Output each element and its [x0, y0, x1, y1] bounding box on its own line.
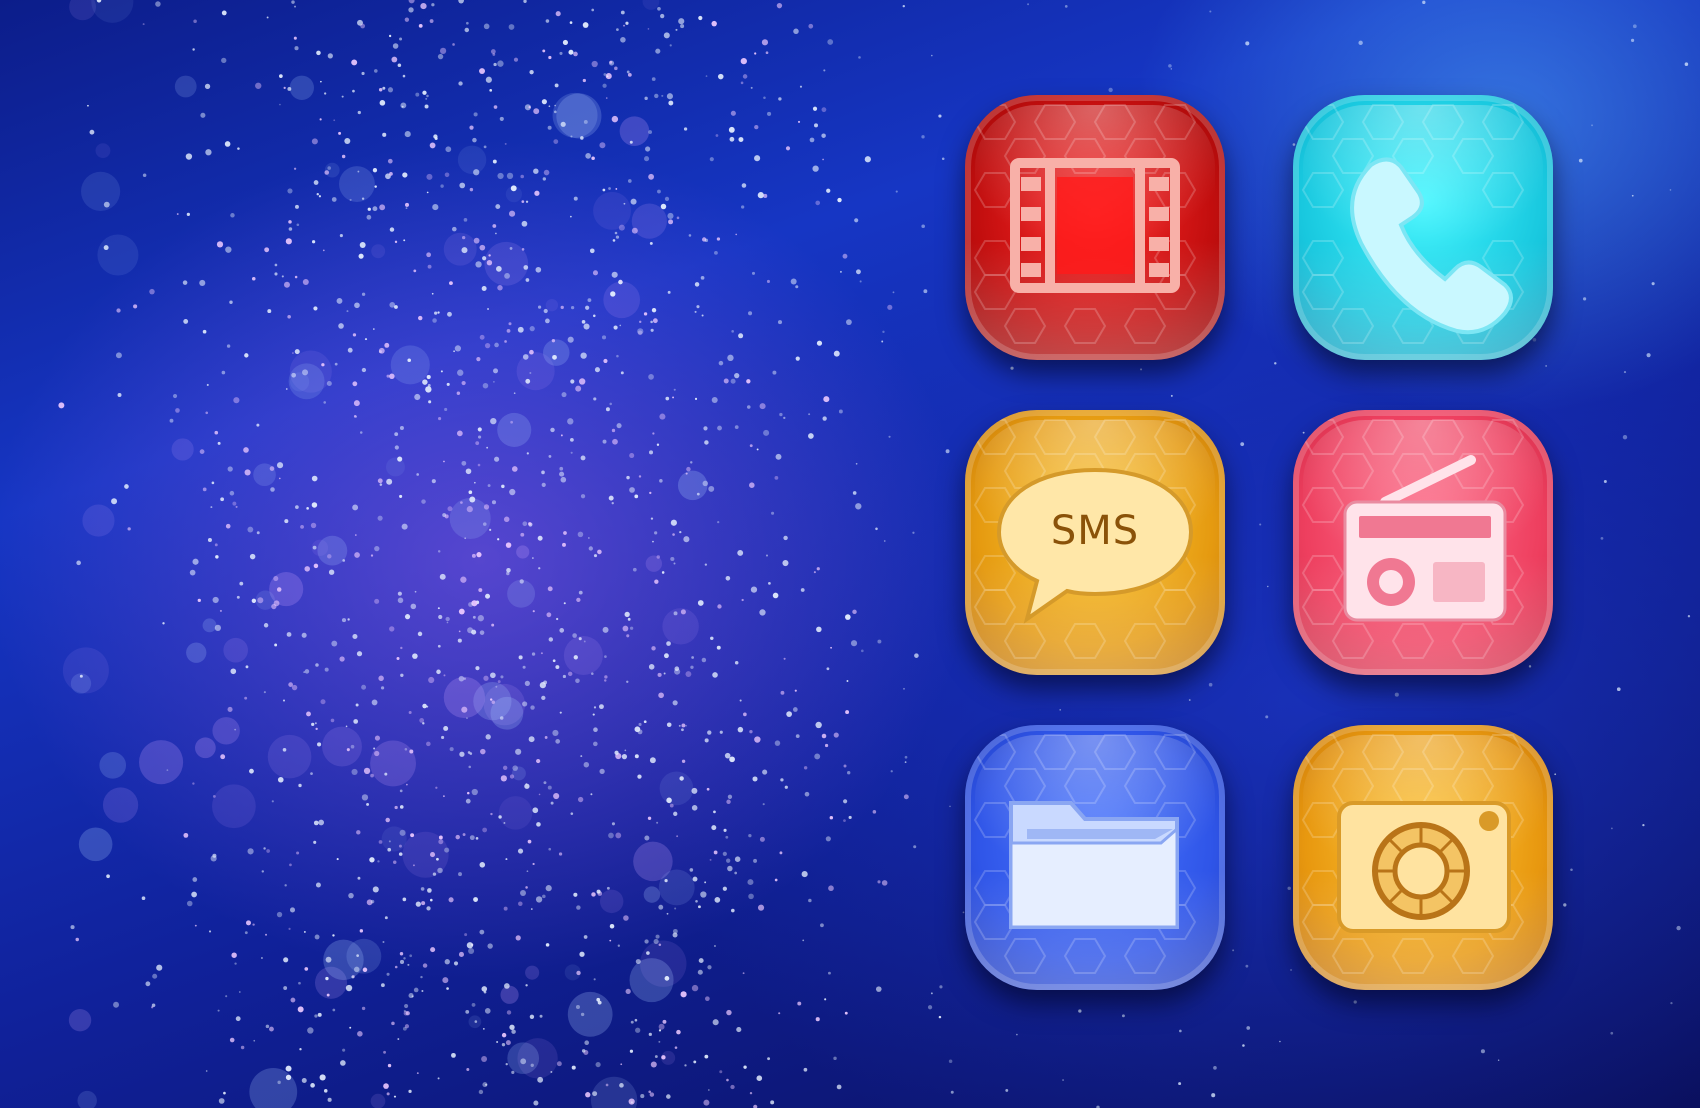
phone-app-button[interactable]	[1293, 95, 1553, 360]
files-app-button[interactable]	[965, 725, 1225, 990]
video-film-icon	[1010, 158, 1180, 293]
sms-app-button[interactable]: SMS	[965, 410, 1225, 675]
camera-icon	[1337, 801, 1511, 933]
camera-app-button[interactable]	[1293, 725, 1553, 990]
radio-app-button[interactable]	[1293, 410, 1553, 675]
sms-label: SMS	[1050, 508, 1140, 554]
folder-icon	[1009, 801, 1179, 929]
video-app-button[interactable]	[965, 95, 1225, 360]
phone-icon	[1350, 157, 1513, 335]
radio-icon	[1343, 455, 1507, 622]
app-icon-grid: SMS	[965, 95, 1553, 990]
